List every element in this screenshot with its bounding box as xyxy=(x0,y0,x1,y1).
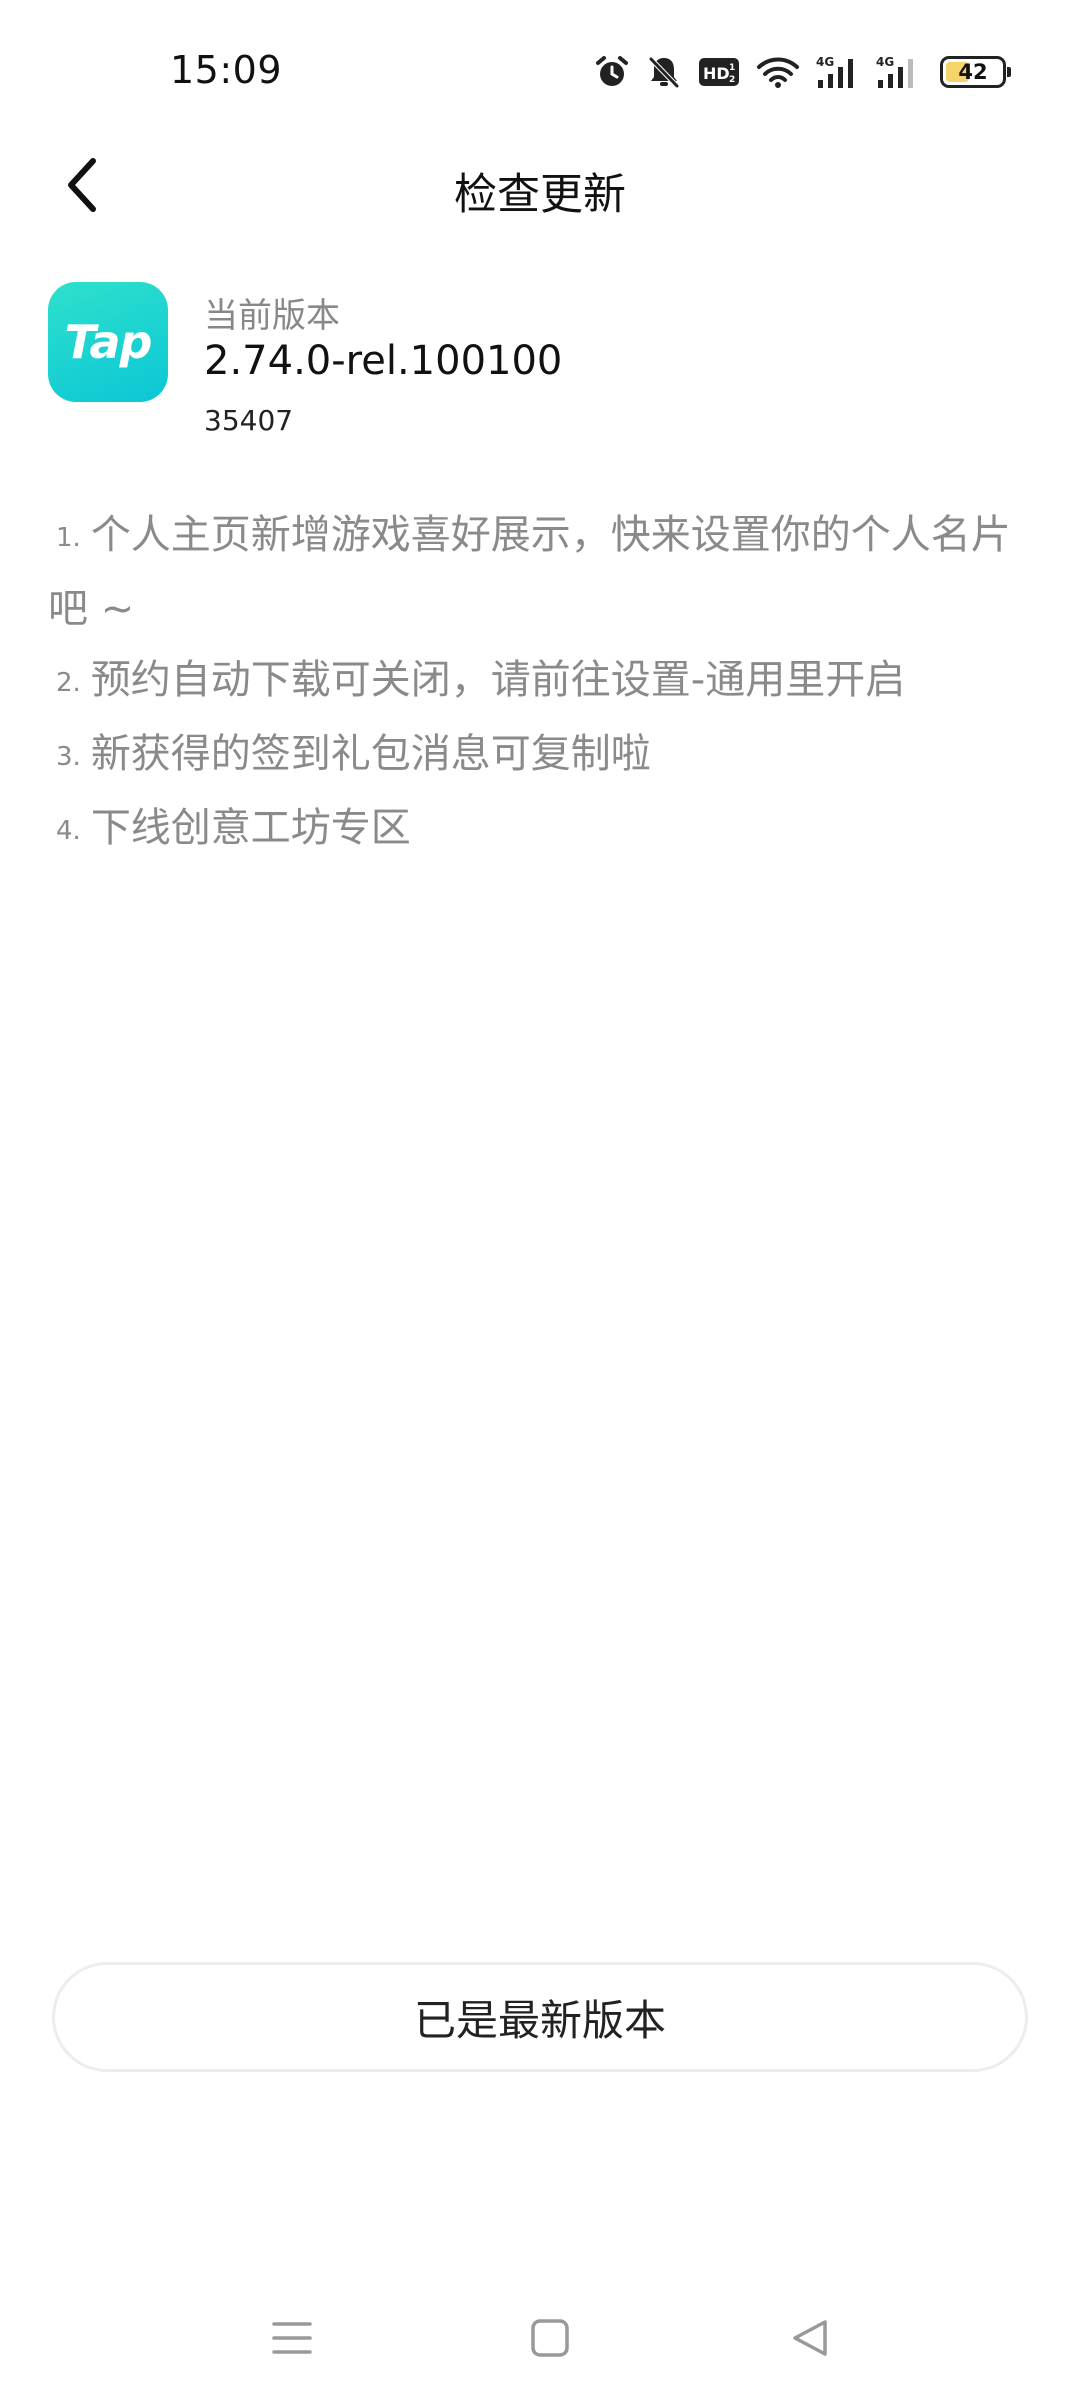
signal-4g-icon: 4G xyxy=(816,54,860,90)
note-text: 预约自动下载可关闭，请前往设置-通用里开启 xyxy=(90,657,906,703)
svg-text:2: 2 xyxy=(729,75,735,85)
note-number: 3. xyxy=(56,742,81,772)
svg-text:HD: HD xyxy=(703,64,730,83)
app-icon-logo: Tap xyxy=(64,315,153,369)
signal-4g-icon: 4G xyxy=(876,54,920,90)
back-triangle-icon xyxy=(793,2320,827,2356)
note-text: 新获得的签到礼包消息可复制啦 xyxy=(90,731,651,777)
nav-bar xyxy=(0,2290,1080,2400)
status-icons: HD 1 2 4G 4G 42 xyxy=(594,50,1011,94)
alarm-icon xyxy=(594,54,630,90)
page-title: 检查更新 xyxy=(454,170,626,220)
note-number: 1. xyxy=(56,523,81,553)
svg-text:4G: 4G xyxy=(876,55,894,69)
note-number: 4. xyxy=(56,816,81,846)
status-time: 15:09 xyxy=(170,48,283,92)
nav-home-button[interactable] xyxy=(520,2308,580,2368)
note-number: 2. xyxy=(56,668,81,698)
svg-text:4G: 4G xyxy=(816,55,834,69)
app-icon: Tap xyxy=(48,282,168,402)
note-text: 个人主页新增游戏喜好展示，快来设置你的个人名片吧 ~ xyxy=(48,512,1011,632)
note-text: 下线创意工坊专区 xyxy=(90,805,411,851)
build-number: 35407 xyxy=(204,404,294,437)
version-label: 当前版本 xyxy=(204,296,340,336)
latest-version-button[interactable]: 已是最新版本 xyxy=(52,1962,1028,2072)
release-note-item: 3. 新获得的签到礼包消息可复制啦 xyxy=(48,719,1032,793)
mute-icon xyxy=(646,54,682,90)
release-note-item: 1. 个人主页新增游戏喜好展示，快来设置你的个人名片吧 ~ xyxy=(48,500,1032,645)
app-info: Tap 当前版本 2.74.0-rel.100100 35407 xyxy=(48,282,1032,452)
release-notes: 1. 个人主页新增游戏喜好展示，快来设置你的个人名片吧 ~ 2. 预约自动下载可关闭… xyxy=(48,500,1032,867)
menu-icon xyxy=(272,2322,312,2354)
hd-icon: HD 1 2 xyxy=(698,56,740,88)
wifi-icon xyxy=(756,55,800,89)
battery-level: 42 xyxy=(958,59,988,84)
home-icon xyxy=(531,2319,569,2357)
nav-menu-button[interactable] xyxy=(262,2308,322,2368)
battery-icon: 42 xyxy=(940,56,1011,88)
status-bar: 15:09 HD 1 2 4G 4G 42 xyxy=(0,0,1080,140)
release-note-item: 2. 预约自动下载可关闭，请前往设置-通用里开启 xyxy=(48,645,1032,719)
svg-text:1: 1 xyxy=(729,63,735,73)
nav-back-button[interactable] xyxy=(780,2308,840,2368)
header: 检查更新 xyxy=(0,140,1080,230)
release-note-item: 4. 下线创意工坊专区 xyxy=(48,793,1032,867)
version-value: 2.74.0-rel.100100 xyxy=(204,338,563,384)
